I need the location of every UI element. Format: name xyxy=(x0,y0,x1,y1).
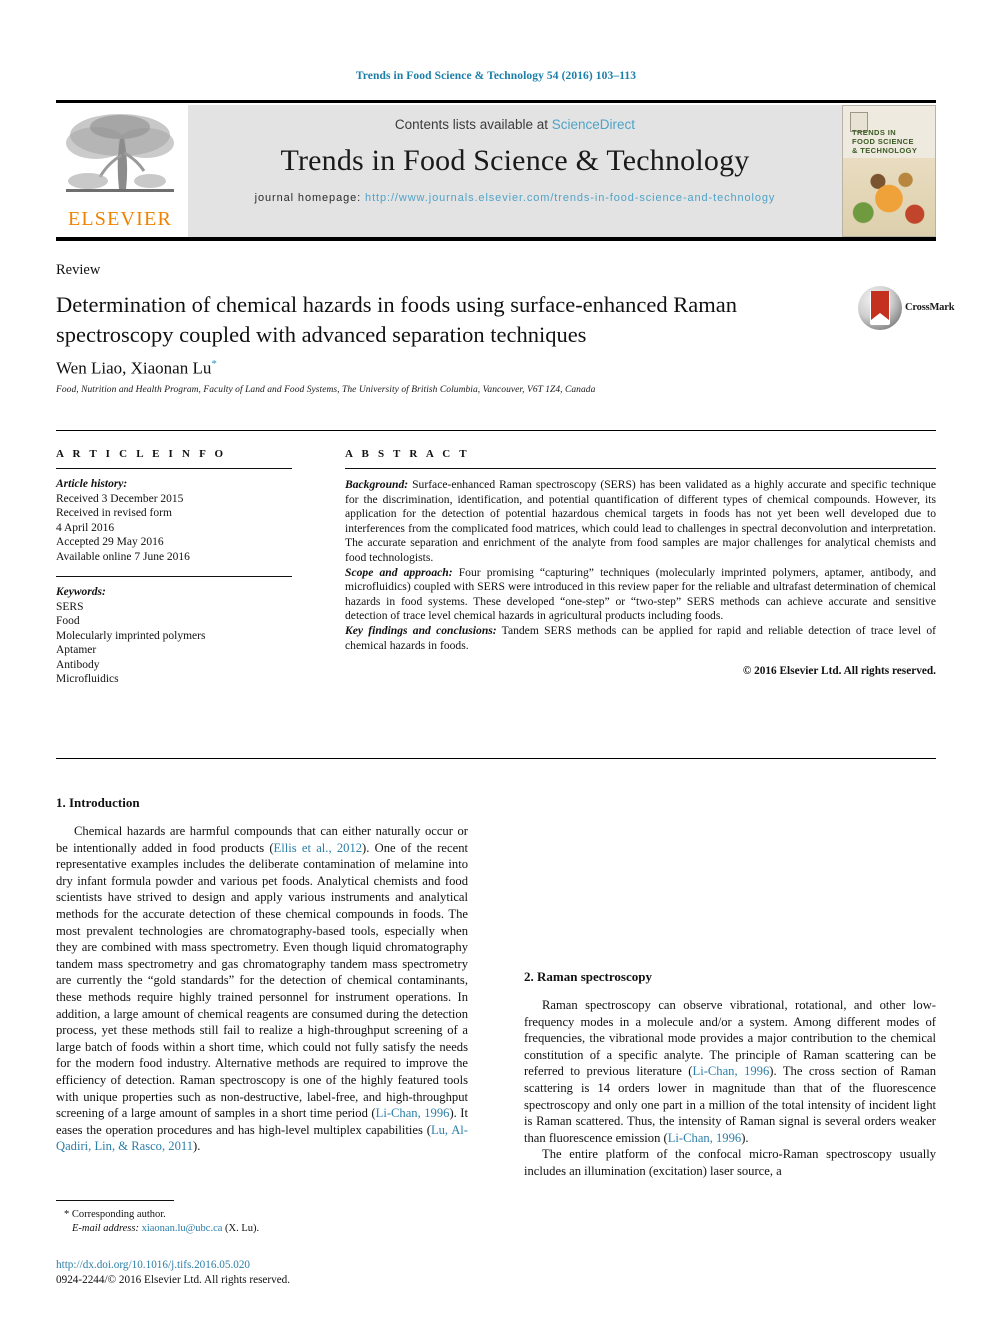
article-info-column: A R T I C L E I N F O Article history: R… xyxy=(56,448,306,687)
email-label: E-mail address: xyxy=(72,1223,139,1234)
paragraph-raman-2: The entire platform of the confocal micr… xyxy=(524,1147,936,1178)
info-block-bottom-rule xyxy=(56,758,936,759)
crossmark-circle-icon xyxy=(858,286,902,330)
author-list: Wen Liao, Xiaonan Lu* xyxy=(56,358,217,379)
history-item: 4 April 2016 xyxy=(56,521,115,534)
history-item: Received 3 December 2015 xyxy=(56,492,184,505)
abstract-findings-label: Key findings and conclusions: xyxy=(345,623,497,637)
footnote-rule xyxy=(56,1200,174,1201)
keywords-rule xyxy=(56,576,292,577)
article-info-rule xyxy=(56,468,292,469)
sciencedirect-link[interactable]: ScienceDirect xyxy=(552,117,635,132)
citation-lichan-1996-a[interactable]: Li-Chan, 1996 xyxy=(376,1106,450,1120)
keyword-item: Aptamer xyxy=(56,644,97,656)
abstract-column: A B S T R A C T Background: Surface-enha… xyxy=(345,448,936,677)
elsevier-tree-icon xyxy=(66,114,174,192)
affiliation: Food, Nutrition and Health Program, Facu… xyxy=(56,385,596,395)
cover-line-2: FOOD SCIENCE xyxy=(852,137,914,146)
homepage-label: journal homepage: xyxy=(254,192,362,204)
citation-ellis-2012[interactable]: Ellis et al., 2012 xyxy=(274,841,363,855)
cover-line-1: TRENDS IN xyxy=(852,128,897,137)
contents-line: Contents lists available at ScienceDirec… xyxy=(188,117,842,132)
article-history: Article history: Received 3 December 201… xyxy=(56,477,306,564)
paragraph-raman-1: Raman spectroscopy can observe vibration… xyxy=(524,997,936,1146)
keywords-group: Keywords: SERS Food Molecularly imprinte… xyxy=(56,585,306,687)
keyword-item: Antibody xyxy=(56,658,100,671)
abstract-background-label: Background: xyxy=(345,478,409,491)
journal-masthead: ELSEVIER Contents lists available at Sci… xyxy=(56,100,936,241)
journal-homepage-line: journal homepage: http://www.journals.el… xyxy=(188,191,842,206)
crossmark-badge[interactable]: CrossMark xyxy=(858,286,955,332)
abstract-body: Background: Surface-enhanced Raman spect… xyxy=(345,478,936,653)
issn-copyright-line: 0924-2244/© 2016 Elsevier Ltd. All right… xyxy=(56,1274,291,1286)
article-info-heading: A R T I C L E I N F O xyxy=(56,448,227,460)
abstract-background: Background: Surface-enhanced Raman spect… xyxy=(345,478,936,566)
abstract-findings: Key findings and conclusions: Tandem SER… xyxy=(345,624,936,653)
keyword-item: Microfluidics xyxy=(56,673,119,685)
abstract-background-text: Surface-enhanced Raman spectroscopy (SER… xyxy=(345,478,936,564)
crossmark-label: CrossMark xyxy=(905,302,955,313)
corresponding-author-note: * Corresponding author. xyxy=(56,1208,468,1222)
section-heading-raman: 2. Raman spectroscopy xyxy=(524,969,652,984)
email-note: E-mail address: xiaonan.lu@ubc.ca (X. Lu… xyxy=(56,1222,468,1236)
keyword-item: Food xyxy=(56,615,80,627)
abstract-copyright: © 2016 Elsevier Ltd. All rights reserved… xyxy=(742,665,936,678)
corresponding-author-marker: * xyxy=(211,358,217,370)
abstract-scope: Scope and approach: Four promising “capt… xyxy=(345,566,936,624)
masthead-bottom-rule xyxy=(56,237,936,241)
para1-part-b: ). One of the recent representative exam… xyxy=(56,840,468,1121)
journal-homepage-link[interactable]: http://www.journals.elsevier.com/trends-… xyxy=(365,192,775,204)
doi-link[interactable]: http://dx.doi.org/10.1016/j.tifs.2016.05… xyxy=(56,1258,468,1273)
history-item: Accepted 29 May 2016 xyxy=(56,536,164,548)
para1-part-d: ). xyxy=(193,1139,201,1154)
footnote-block: * Corresponding author. E-mail address: … xyxy=(56,1200,468,1236)
elsevier-logo: ELSEVIER xyxy=(56,105,184,237)
elsevier-wordmark: ELSEVIER xyxy=(67,208,173,230)
citation-lichan-1996-b[interactable]: Li-Chan, 1996 xyxy=(693,1064,770,1078)
abstract-heading: A B S T R A C T xyxy=(345,448,470,460)
author-names: Wen Liao, Xiaonan Lu xyxy=(56,358,212,378)
email-link[interactable]: xiaonan.lu@ubc.ca xyxy=(142,1223,223,1234)
masthead-top-rule xyxy=(56,100,936,103)
column-spacer xyxy=(524,795,936,945)
citation-lichan-1996-c[interactable]: Li-Chan, 1996 xyxy=(668,1131,741,1145)
running-head: Trends in Food Science & Technology 54 (… xyxy=(355,70,637,82)
body-column-right: 2. Raman spectroscopy Raman spectroscopy… xyxy=(524,795,936,1180)
history-item: Received in revised form xyxy=(56,507,172,519)
body-column-left: 1. Introduction Chemical hazards are har… xyxy=(56,795,468,1155)
para2-part-c: ). xyxy=(741,1130,749,1145)
keyword-item: SERS xyxy=(56,600,84,613)
article-history-label: Article history: xyxy=(56,478,128,490)
info-block-top-rule xyxy=(56,430,936,431)
imprint-block: http://dx.doi.org/10.1016/j.tifs.2016.05… xyxy=(56,1258,468,1288)
footnote-marker: * xyxy=(64,1209,70,1220)
history-item: Available online 7 June 2016 xyxy=(56,550,190,563)
contents-prefix: Contents lists available at xyxy=(394,117,549,132)
keywords-label: Keywords: xyxy=(56,586,106,598)
journal-title: Trends in Food Science & Technology xyxy=(280,144,750,177)
info-abstract-block: A R T I C L E I N F O Article history: R… xyxy=(56,430,936,760)
masthead-center-band: Contents lists available at ScienceDirec… xyxy=(188,105,842,237)
email-suffix: (X. Lu). xyxy=(222,1223,260,1234)
paragraph-introduction: Chemical hazards are harmful compounds t… xyxy=(56,823,468,1155)
journal-cover-thumbnail: TRENDS IN FOOD SCIENCE & TECHNOLOGY xyxy=(842,105,936,237)
section-heading-introduction: 1. Introduction xyxy=(56,795,140,810)
cover-line-3: & TECHNOLOGY xyxy=(852,146,918,155)
article-first-page: Trends in Food Science & Technology 54 (… xyxy=(0,0,992,1323)
corresponding-author-label: Corresponding author. xyxy=(71,1209,166,1220)
abstract-rule xyxy=(345,468,936,469)
abstract-scope-label: Scope and approach: xyxy=(345,565,453,579)
page-title: Determination of chemical hazards in foo… xyxy=(56,292,737,347)
keyword-item: Molecularly imprinted polymers xyxy=(56,629,206,642)
cover-photo xyxy=(843,158,935,236)
article-type: Review xyxy=(56,262,101,278)
